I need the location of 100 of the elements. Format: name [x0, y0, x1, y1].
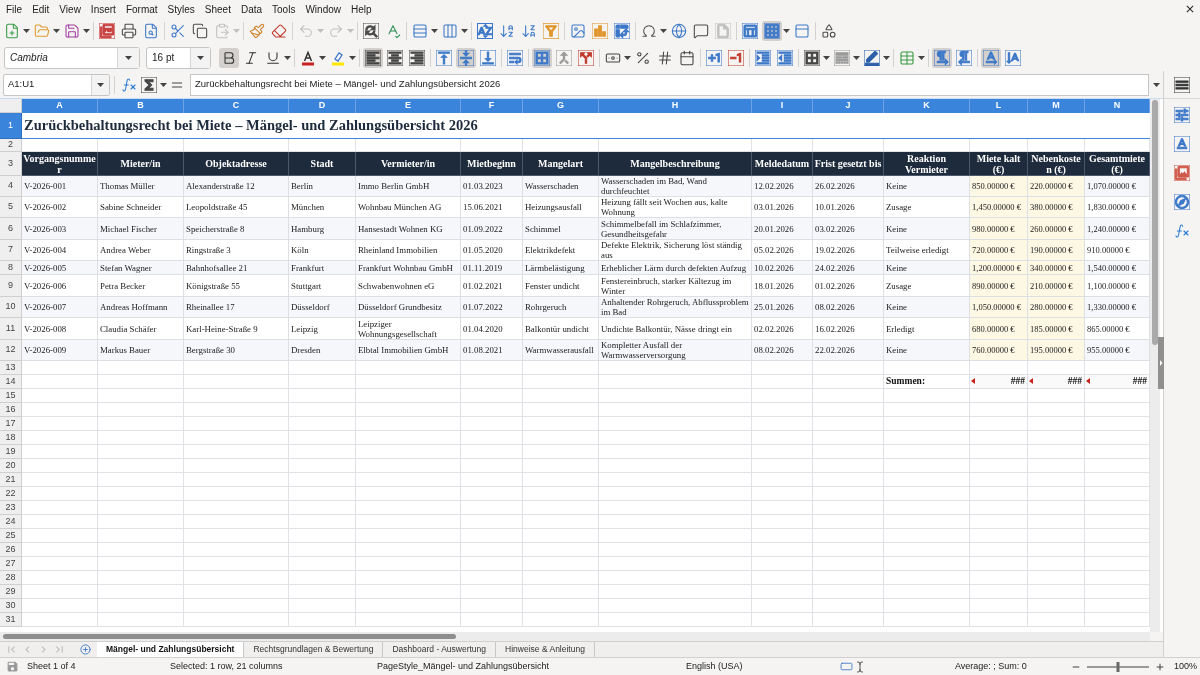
formula-input[interactable]: Zurückbehaltungsrecht bei Miete – Mängel- und Zahlungsübersicht 2026 — [190, 73, 1149, 96]
pivot-table-icon[interactable] — [612, 21, 632, 41]
row-header[interactable]: 31 — [0, 613, 22, 627]
align-top-icon[interactable] — [434, 47, 454, 68]
row-header[interactable]: 25 — [0, 529, 22, 543]
row-header[interactable]: 10 — [0, 297, 22, 318]
font-size-field[interactable]: 16 pt — [146, 46, 211, 69]
align-bottom-icon[interactable] — [478, 47, 498, 68]
pdf-document-icon[interactable] — [97, 21, 117, 41]
column-header[interactable]: L — [970, 99, 1028, 113]
row-header[interactable]: 8 — [0, 261, 22, 275]
row-header[interactable]: 14 — [0, 375, 22, 389]
dropdown-caret-icon[interactable] — [623, 55, 631, 60]
column-header[interactable]: J — [813, 99, 884, 113]
dropdown-caret-icon[interactable] — [283, 55, 291, 60]
align-left-icon[interactable] — [363, 47, 383, 68]
find-replace-icon[interactable] — [361, 21, 381, 41]
indent-increase-icon[interactable] — [753, 47, 773, 68]
row-header[interactable]: 7 — [0, 240, 22, 261]
sheet-tab[interactable]: Mängel- und Zahlungsübersicht — [97, 642, 245, 657]
dropdown-caret-icon[interactable] — [782, 29, 790, 33]
row-header[interactable]: 4 — [0, 176, 22, 197]
row-header[interactable]: 13 — [0, 361, 22, 375]
printer-icon[interactable] — [119, 21, 139, 41]
text-horizontal-icon[interactable] — [981, 47, 1001, 68]
dropdown-caret-icon[interactable] — [97, 82, 104, 87]
row-header[interactable]: 22 — [0, 487, 22, 501]
paragraph-rtl-icon[interactable] — [954, 47, 974, 68]
gallery-icon[interactable] — [1172, 163, 1192, 183]
menu-item[interactable]: Styles — [162, 1, 200, 17]
dropdown-caret-icon[interactable] — [348, 55, 356, 60]
menu-item[interactable]: Sheet — [199, 1, 236, 17]
plus-one-icon[interactable] — [704, 47, 724, 68]
row-header[interactable]: 23 — [0, 501, 22, 515]
row-header[interactable]: 18 — [0, 431, 22, 445]
scrollbar-thumb[interactable] — [3, 634, 456, 639]
column-header[interactable]: M — [1028, 99, 1085, 113]
row-header[interactable]: 28 — [0, 571, 22, 585]
table-grid-icon[interactable] — [532, 47, 552, 68]
sidebar-collapse-handle[interactable] — [1158, 337, 1164, 389]
menu-item[interactable]: Tools — [267, 1, 301, 17]
menu-item[interactable]: View — [54, 1, 86, 17]
copy-icon[interactable] — [190, 21, 210, 41]
menu-item[interactable]: File — [1, 1, 28, 17]
align-center-icon[interactable] — [385, 47, 405, 68]
split-arrows-icon[interactable] — [576, 47, 596, 68]
row-header[interactable]: 30 — [0, 599, 22, 613]
table-icon[interactable] — [740, 21, 760, 41]
column-header[interactable]: G — [523, 99, 599, 113]
align-middle-icon[interactable] — [456, 47, 476, 68]
row-header[interactable]: 3 — [0, 152, 22, 176]
row-header[interactable]: 29 — [0, 585, 22, 599]
dropdown-caret-icon[interactable] — [882, 55, 890, 60]
dropdown-caret-icon[interactable] — [22, 29, 30, 33]
dropdown-caret-icon[interactable] — [659, 29, 667, 33]
column-header[interactable]: N — [1085, 99, 1150, 113]
column-header[interactable]: D — [289, 99, 356, 113]
dropdown-caret-icon[interactable] — [460, 29, 468, 33]
zoom-level[interactable]: 100% — [1174, 659, 1198, 674]
eraser-icon[interactable] — [269, 21, 289, 41]
paragraph-ltr-icon[interactable] — [932, 47, 952, 68]
font-name-field[interactable]: Cambria — [4, 46, 140, 69]
vertical-scrollbar[interactable] — [1150, 99, 1160, 632]
row-header[interactable]: 5 — [0, 197, 22, 218]
column-header[interactable]: C — [184, 99, 289, 113]
sheet-tab[interactable]: Dashboard - Auswertung — [383, 642, 497, 657]
close-icon[interactable] — [1184, 3, 1196, 15]
text-style-icon[interactable] — [1172, 134, 1192, 154]
row-header[interactable]: 9 — [0, 275, 22, 297]
bar-chart-icon[interactable] — [590, 21, 610, 41]
row-header[interactable]: 1 — [0, 113, 22, 139]
dropdown-caret-icon[interactable] — [318, 55, 326, 60]
sigma-icon[interactable] — [139, 74, 159, 95]
paintbrush-icon[interactable] — [247, 21, 267, 41]
dropdown-caret-icon[interactable] — [430, 29, 438, 33]
menu-item[interactable]: Data — [235, 1, 268, 17]
sliders-icon[interactable] — [1172, 105, 1192, 125]
dropdown-caret-icon[interactable] — [917, 55, 925, 60]
funnel-icon[interactable] — [541, 21, 561, 41]
bold-icon[interactable] — [219, 47, 239, 68]
dropdown-caret-icon[interactable] — [197, 55, 204, 60]
image-icon[interactable] — [568, 21, 588, 41]
row-header[interactable]: 6 — [0, 218, 22, 240]
row-header[interactable]: 12 — [0, 340, 22, 361]
dropdown-caret-icon[interactable] — [852, 55, 860, 60]
column-header[interactable]: H — [599, 99, 752, 113]
dropdown-caret-icon[interactable] — [159, 82, 167, 87]
wrap-text-icon[interactable] — [505, 47, 525, 68]
name-box[interactable]: A1:U1 — [3, 73, 110, 96]
speech-bubble-icon[interactable] — [691, 21, 711, 41]
dropdown-caret-icon[interactable] — [82, 29, 90, 33]
row-header[interactable]: 19 — [0, 445, 22, 459]
sheet-tab[interactable]: Hinweise & Anleitung — [496, 642, 595, 657]
row-header[interactable]: 21 — [0, 473, 22, 487]
column-header[interactable]: K — [884, 99, 970, 113]
dropdown-caret-icon[interactable] — [822, 55, 830, 60]
menu-item[interactable]: Insert — [85, 1, 121, 17]
minus-one-icon[interactable] — [726, 47, 746, 68]
row-header[interactable]: 27 — [0, 557, 22, 571]
row-header[interactable]: 2 — [0, 139, 22, 152]
